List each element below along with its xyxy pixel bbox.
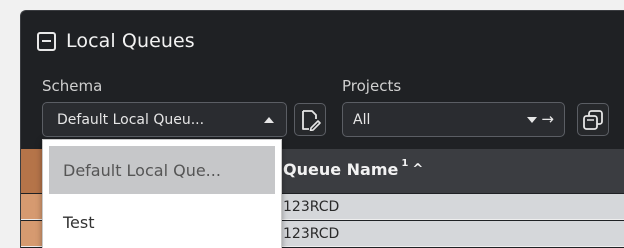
schema-select[interactable]: Default Local Queu... (42, 102, 287, 137)
column-header-queue-name[interactable]: Queue Name 1 ^ (283, 158, 423, 179)
schema-dropdown-menu: Default Local Que... Test (42, 139, 282, 248)
chevron-down-icon (527, 116, 538, 123)
row-accent (21, 221, 43, 246)
projects-label: Projects (342, 77, 402, 95)
edit-schema-button[interactable] (294, 103, 326, 136)
panel-title: Local Queues (66, 30, 195, 52)
schema-option-default[interactable]: Default Local Que... (49, 146, 275, 194)
projects-select[interactable]: All → (342, 102, 565, 137)
header-accent (21, 149, 43, 193)
copy-icon (583, 109, 603, 130)
row-accent (21, 194, 43, 219)
schema-option-test[interactable]: Test (49, 198, 275, 246)
caret-up-icon (264, 116, 274, 123)
arrow-right-icon[interactable]: → (541, 112, 554, 127)
copy-button[interactable] (577, 103, 609, 136)
sort-ascending-icon[interactable]: ^ (412, 162, 423, 177)
local-queues-panel: Local Queues Schema Projects Default Loc… (20, 10, 624, 248)
column-header-label: Queue Name (283, 160, 399, 179)
sort-order-badge: 1 (401, 158, 409, 169)
edit-document-icon (302, 109, 321, 131)
schema-label: Schema (42, 77, 103, 95)
panel-header: Local Queues (37, 28, 195, 54)
projects-select-value: All (353, 111, 371, 128)
queue-name-cell: 123RCD (283, 199, 340, 215)
queue-name-cell: 123RCD (283, 226, 340, 242)
schema-select-value: Default Local Queu... (57, 111, 205, 128)
collapse-square-icon[interactable] (37, 31, 56, 51)
